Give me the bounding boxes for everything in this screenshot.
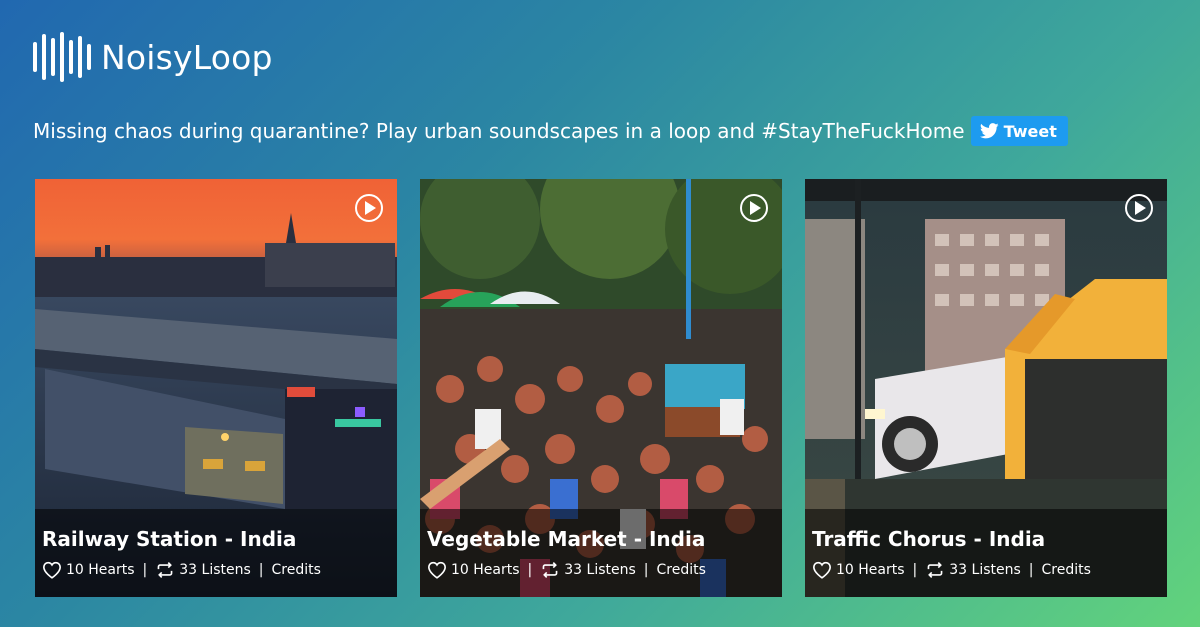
card-meta: 10 Hearts | 33 Listens | Credits (427, 561, 782, 579)
brand-logo[interactable]: NoisyLoop (33, 32, 273, 82)
hearts-count: 10 Hearts (66, 562, 135, 578)
tagline-row: Missing chaos during quarantine? Play ur… (33, 116, 1068, 146)
tweet-label: Tweet (1003, 121, 1057, 141)
listens-count: 33 Listens (949, 562, 1021, 578)
card-info: Vegetable Market - India 10 Hearts | 33 … (420, 509, 782, 597)
hearts-count: 10 Hearts (836, 562, 905, 578)
card-title: Traffic Chorus - India (812, 527, 1046, 551)
hearts-count: 10 Hearts (451, 562, 520, 578)
repeat-icon[interactable] (155, 561, 175, 579)
credits-link[interactable]: Credits (657, 562, 706, 578)
play-button[interactable] (740, 194, 768, 222)
card-info: Railway Station - India 10 Hearts | 33 L… (35, 509, 397, 597)
credits-link[interactable]: Credits (272, 562, 321, 578)
meta-divider: | (142, 562, 148, 578)
play-button[interactable] (1125, 194, 1153, 222)
tweet-button[interactable]: Tweet (970, 116, 1068, 146)
card-meta: 10 Hearts | 33 Listens | Credits (42, 561, 397, 579)
card-title: Vegetable Market - India (427, 527, 706, 551)
meta-divider: | (1028, 562, 1034, 578)
soundscape-card-traffic[interactable]: Traffic Chorus - India 10 Hearts | 33 Li… (805, 179, 1167, 597)
credits-link[interactable]: Credits (1042, 562, 1091, 578)
meta-divider: | (912, 562, 918, 578)
card-meta: 10 Hearts | 33 Listens | Credits (812, 561, 1167, 579)
play-icon (1135, 201, 1146, 215)
card-title: Railway Station - India (42, 527, 297, 551)
soundscape-card-market[interactable]: Vegetable Market - India 10 Hearts | 33 … (420, 179, 782, 597)
twitter-bird-icon (979, 123, 999, 139)
soundscape-cards: Railway Station - India 10 Hearts | 33 L… (35, 179, 1167, 597)
play-icon (365, 201, 376, 215)
heart-icon[interactable] (812, 561, 832, 579)
tagline-text: Missing chaos during quarantine? Play ur… (33, 119, 965, 143)
meta-divider: | (258, 562, 264, 578)
play-icon (750, 201, 761, 215)
soundwave-logo-icon (33, 32, 91, 82)
card-info: Traffic Chorus - India 10 Hearts | 33 Li… (805, 509, 1167, 597)
meta-divider: | (643, 562, 649, 578)
repeat-icon[interactable] (925, 561, 945, 579)
listens-count: 33 Listens (179, 562, 251, 578)
listens-count: 33 Listens (564, 562, 636, 578)
soundscape-card-railway[interactable]: Railway Station - India 10 Hearts | 33 L… (35, 179, 397, 597)
meta-divider: | (527, 562, 533, 578)
play-button[interactable] (355, 194, 383, 222)
heart-icon[interactable] (42, 561, 62, 579)
repeat-icon[interactable] (540, 561, 560, 579)
brand-name: NoisyLoop (101, 37, 273, 77)
heart-icon[interactable] (427, 561, 447, 579)
